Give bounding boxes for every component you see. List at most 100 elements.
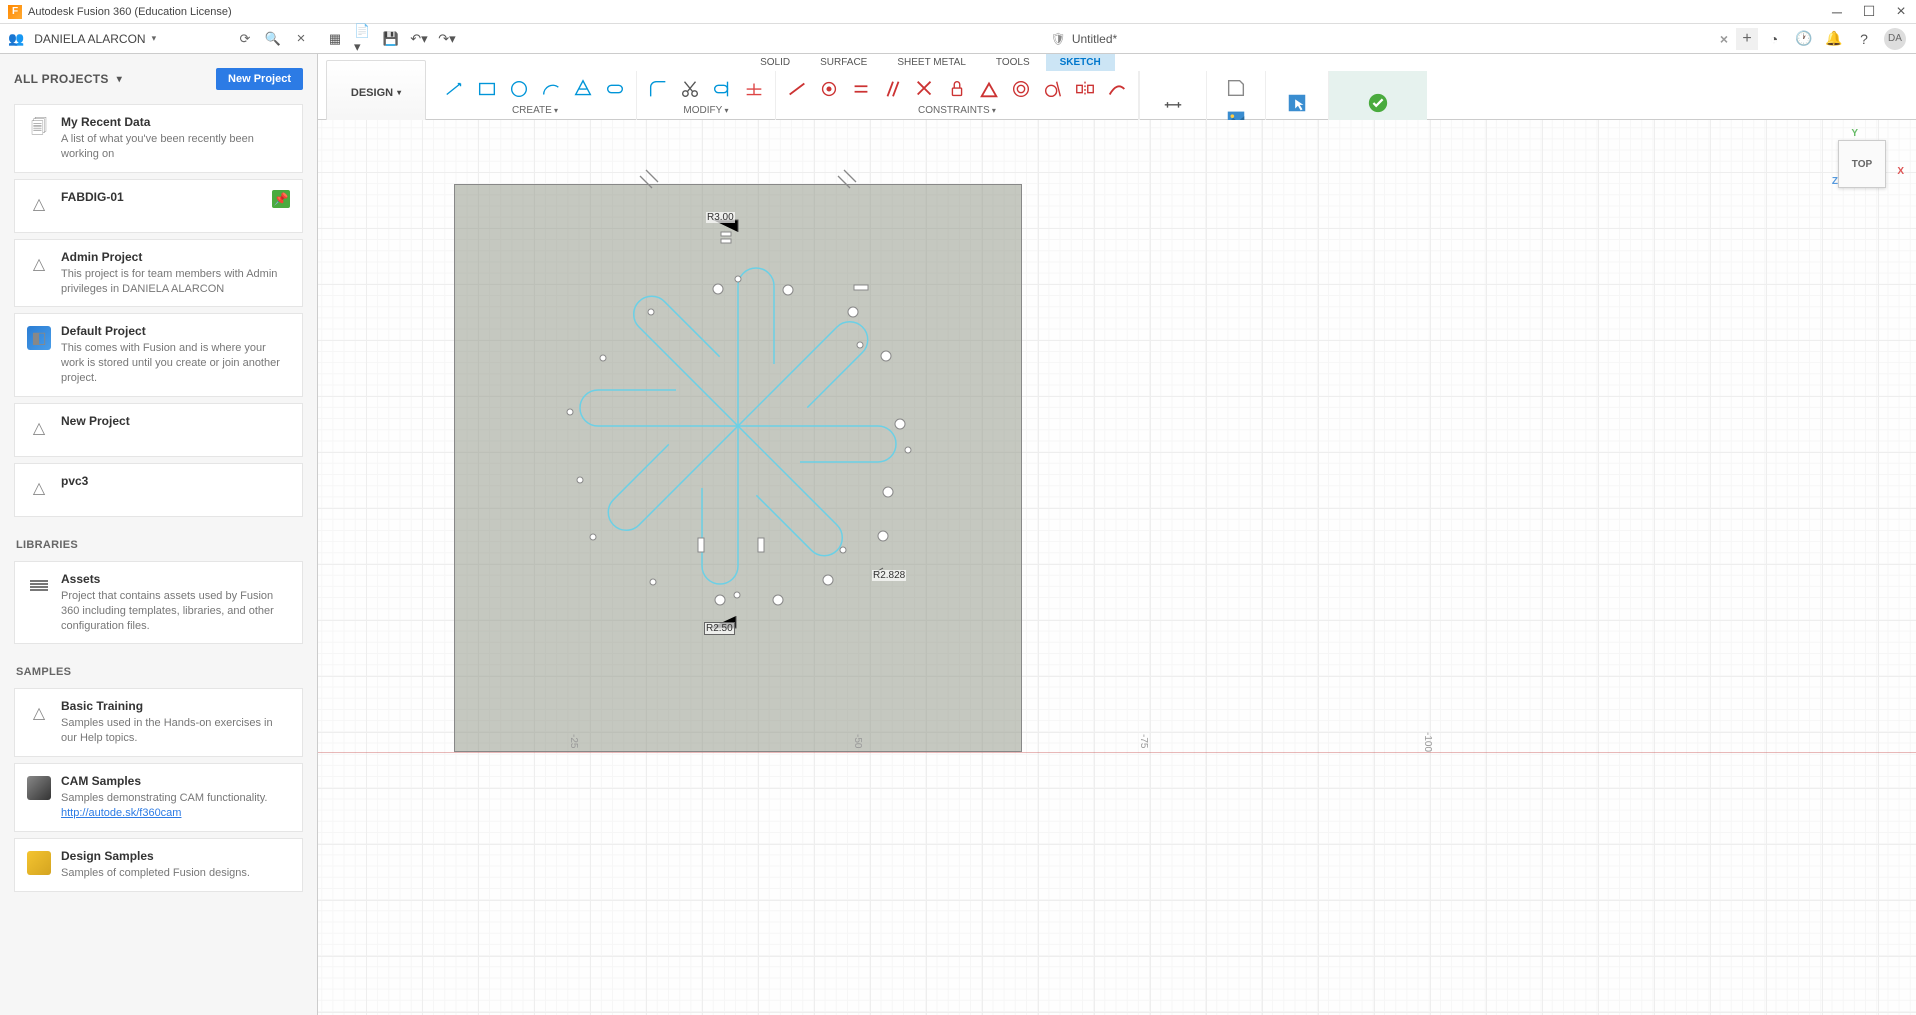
projects-dropdown[interactable]: ALL PROJECTS xyxy=(14,72,208,86)
equal-constraint-icon[interactable] xyxy=(848,76,874,102)
team-dropdown[interactable]: DANIELA ALARCON xyxy=(34,32,226,46)
pin-badge-icon[interactable]: 📌 xyxy=(272,190,290,208)
project-icon: △ xyxy=(27,252,51,276)
symmetry-constraint-icon[interactable] xyxy=(1072,76,1098,102)
card-desc: A list of what you've been recently been… xyxy=(61,132,290,162)
job-status-icon[interactable]: 🕐 xyxy=(1794,29,1814,49)
card-title: My Recent Data xyxy=(61,115,290,129)
team-icon: 👥 xyxy=(8,31,24,47)
card-desc: Samples of completed Fusion designs. xyxy=(61,866,290,881)
project-card[interactable]: △ New Project xyxy=(14,403,303,457)
fillet-tool-icon[interactable] xyxy=(645,76,671,102)
trim-tool-icon[interactable] xyxy=(677,76,703,102)
axis-z-label: Z xyxy=(1832,176,1838,187)
horizontal-constraint-icon[interactable] xyxy=(784,76,810,102)
card-title: CAM Samples xyxy=(61,774,290,788)
constraints-label[interactable]: CONSTRAINTS xyxy=(778,103,1136,118)
dimension-r3[interactable]: R2.50 xyxy=(704,622,735,635)
grid-tick: -75 xyxy=(1138,734,1149,748)
file-menu-icon[interactable]: 📄▾ xyxy=(354,30,372,48)
cam-icon xyxy=(27,776,51,800)
user-avatar[interactable]: DA xyxy=(1884,28,1906,50)
extend-tool-icon[interactable] xyxy=(709,76,735,102)
project-card[interactable]: △ FABDIG-01 📌 xyxy=(14,179,303,233)
modify-label[interactable]: MODIFY xyxy=(639,103,773,118)
card-desc: Project that contains assets used by Fus… xyxy=(61,589,290,634)
maximize-button[interactable]: ☐ xyxy=(1862,5,1876,19)
save-icon[interactable]: 💾 xyxy=(382,30,400,48)
tab-tools[interactable]: TOOLS xyxy=(982,54,1044,71)
grid-panel-icon[interactable]: ▦ xyxy=(326,30,344,48)
tangent-constraint-icon[interactable] xyxy=(1040,76,1066,102)
userbar: 👥 DANIELA ALARCON ⟳ 🔍 × ▦ 📄▾ 💾 ↶▾ ↷▾ 🛡 U… xyxy=(0,24,1916,54)
project-icon: △ xyxy=(27,476,51,500)
finish-sketch-icon[interactable] xyxy=(1363,88,1393,118)
perpendicular-constraint-icon[interactable] xyxy=(912,76,938,102)
rectangle-tool-icon[interactable] xyxy=(474,76,500,102)
tab-add-button[interactable]: + xyxy=(1736,28,1758,50)
inspect-icon[interactable] xyxy=(1158,88,1188,118)
insert-decal-icon[interactable] xyxy=(1221,73,1251,103)
project-card[interactable]: 🗐 My Recent Data A list of what you've b… xyxy=(14,104,303,173)
card-desc: Samples demonstrating CAM functionality.… xyxy=(61,791,290,821)
project-icon: △ xyxy=(27,416,51,440)
fix-constraint-icon[interactable] xyxy=(944,76,970,102)
project-card[interactable]: △ Admin Project This project is for team… xyxy=(14,239,303,308)
refresh-icon[interactable]: ⟳ xyxy=(236,30,254,48)
concentric-constraint-icon[interactable] xyxy=(1008,76,1034,102)
tab-sketch[interactable]: SKETCH xyxy=(1046,54,1115,71)
circle-tool-icon[interactable] xyxy=(506,76,532,102)
undo-icon[interactable]: ↶▾ xyxy=(410,30,428,48)
new-project-button[interactable]: New Project xyxy=(216,68,303,90)
viewcube[interactable]: TOP xyxy=(1838,140,1886,188)
curvature-constraint-icon[interactable] xyxy=(1104,76,1130,102)
sample-card[interactable]: Design Samples Samples of completed Fusi… xyxy=(14,838,303,892)
axis-x-label: X xyxy=(1897,166,1904,177)
line-tool-icon[interactable] xyxy=(442,76,468,102)
libraries-label: LIBRARIES xyxy=(10,523,307,555)
create-label[interactable]: CREATE xyxy=(436,103,634,118)
data-panel: ALL PROJECTS New Project 🗐 My Recent Dat… xyxy=(0,54,318,1015)
offset-tool-icon[interactable] xyxy=(741,76,767,102)
library-card[interactable]: Assets Project that contains assets used… xyxy=(14,561,303,645)
sample-card[interactable]: CAM Samples Samples demonstrating CAM fu… xyxy=(14,763,303,832)
notifications-icon[interactable]: 🔔 xyxy=(1824,29,1844,49)
tab-surface[interactable]: SURFACE xyxy=(806,54,881,71)
tab-solid[interactable]: SOLID xyxy=(746,54,804,71)
card-desc: This comes with Fusion and is where your… xyxy=(61,341,290,386)
midpoint-constraint-icon[interactable] xyxy=(976,76,1002,102)
polygon-tool-icon[interactable] xyxy=(570,76,596,102)
select-icon[interactable] xyxy=(1282,88,1312,118)
parallel-constraint-icon[interactable] xyxy=(880,76,906,102)
close-panel-icon[interactable]: × xyxy=(292,30,310,48)
sample-card[interactable]: △ Basic Training Samples used in the Han… xyxy=(14,688,303,757)
slot-tool-icon[interactable] xyxy=(602,76,628,102)
cam-link[interactable]: http://autode.sk/f360cam xyxy=(61,807,181,819)
arc-tool-icon[interactable] xyxy=(538,76,564,102)
card-desc: Samples used in the Hands-on exercises i… xyxy=(61,716,290,746)
extensions-icon[interactable]: ◔ xyxy=(1764,29,1784,49)
close-button[interactable]: × xyxy=(1894,5,1908,19)
grid-tick: -100 xyxy=(1422,732,1433,752)
minimize-button[interactable]: ─ xyxy=(1830,5,1844,19)
dimension-r2[interactable]: R2.828 xyxy=(872,570,906,581)
coincident-constraint-icon[interactable] xyxy=(816,76,842,102)
dimension-r1[interactable]: R3.00 xyxy=(706,212,735,223)
assets-icon xyxy=(27,574,51,598)
card-title: FABDIG-01 xyxy=(61,190,262,204)
recent-icon: 🗐 xyxy=(27,117,51,141)
search-icon[interactable]: 🔍 xyxy=(264,30,282,48)
default-project-icon: ◧ xyxy=(27,326,51,350)
project-card[interactable]: △ pvc3 xyxy=(14,463,303,517)
canvas-viewport[interactable]: R3.00 R2.828 R2.50 -25 -50 -75 -100 TOP … xyxy=(318,120,1916,1015)
redo-icon[interactable]: ↷▾ xyxy=(438,30,456,48)
card-title: Design Samples xyxy=(61,849,290,863)
project-card[interactable]: ◧ Default Project This comes with Fusion… xyxy=(14,313,303,397)
design-samples-icon xyxy=(27,851,51,875)
workspace-dropdown[interactable]: DESIGN xyxy=(326,60,426,125)
help-icon[interactable]: ? xyxy=(1854,29,1874,49)
tab-sheetmetal[interactable]: SHEET METAL xyxy=(883,54,980,71)
card-title: Admin Project xyxy=(61,250,290,264)
card-title: pvc3 xyxy=(61,474,290,488)
tab-close-button[interactable]: × xyxy=(1712,31,1736,47)
